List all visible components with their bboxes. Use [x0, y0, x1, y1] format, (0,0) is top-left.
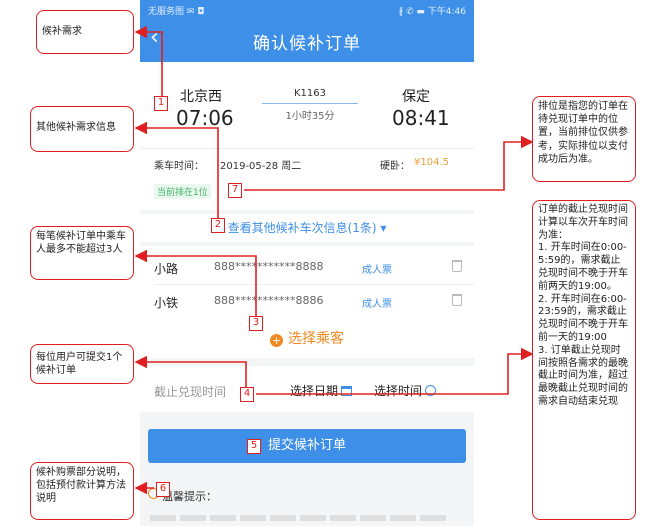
select-date-button[interactable]: 选择日期 [290, 382, 353, 399]
header-bar: 无服务图 ✉ ◘ ∦ ✆ ▬ 下午4:46 ‹ 确认候补订单 [140, 0, 474, 62]
annotation-demand: 候补需求 [36, 10, 134, 54]
passenger-row: 小铁 888***********8886 成人票 [140, 286, 474, 316]
marker-6: 6 [156, 482, 170, 497]
passenger-id: 888***********8888 [214, 260, 324, 273]
delete-icon[interactable] [452, 294, 462, 306]
from-time: 07:06 [176, 106, 234, 130]
train-number: K1163 [293, 88, 326, 99]
passenger-name: 小铁 [154, 296, 179, 310]
queue-position-badge: 当前排在1位 [154, 184, 211, 199]
annotation-passenger-limit: 每笔候补订单中乘车人最多不能超过3人 [30, 226, 134, 280]
phone-screenshot: 无服务图 ✉ ◘ ∦ ✆ ▬ 下午4:46 ‹ 确认候补订单 北京西 07:06… [140, 0, 474, 526]
train-info-card: 北京西 07:06 K1163 1小时35分 保定 08:41 乘车时间： 20… [140, 62, 474, 210]
deadline-label: 截止兑现时间 [154, 385, 227, 399]
annotation-one-order: 每位用户可提交1个候补订单 [30, 344, 134, 384]
select-time-button[interactable]: 选择时间 [374, 382, 437, 399]
ticket-type[interactable]: 成人票 [362, 261, 392, 276]
ticket-type[interactable]: 成人票 [362, 295, 392, 310]
passenger-id: 888***********8886 [214, 294, 324, 307]
annotation-queue-position: 排位是指您的订单在待兑现订单中的位置，当前排位仅供参考，实际排位以支付成功后为准… [532, 96, 636, 182]
route-line [262, 103, 358, 104]
marker-4: 4 [240, 387, 254, 402]
passenger-name: 小路 [154, 262, 179, 276]
status-bar-left: 无服务图 ✉ ◘ [148, 7, 205, 17]
divider [154, 284, 474, 285]
choose-passenger-button[interactable]: + 选择乘客 [140, 328, 474, 348]
status-bar-right: ∦ ✆ ▬ 下午4:46 [398, 7, 466, 17]
date-value: 2019-05-28 周二 [220, 161, 302, 172]
marker-2: 2 [211, 218, 225, 233]
annotation-purchase-notes: 候补购票部分说明，包括预付款计算方法说明 [30, 462, 134, 520]
submit-order-button[interactable]: 提交候补订单 [148, 429, 466, 463]
to-station: 保定 [402, 89, 430, 105]
plus-icon: + [270, 334, 283, 347]
price-value: ¥104.5 [414, 157, 449, 168]
marker-5: 5 [247, 439, 261, 454]
marker-3: 3 [249, 316, 263, 331]
marker-1: 1 [154, 96, 168, 111]
choose-passenger-label: 选择乘客 [288, 331, 344, 347]
passenger-row: 小路 888***********8888 成人票 [140, 252, 474, 282]
date-label: 乘车时间： [154, 161, 204, 172]
divider [140, 148, 474, 149]
tips-title: 温馨提示： [162, 490, 217, 503]
to-time: 08:41 [392, 106, 450, 130]
delete-icon[interactable] [452, 260, 462, 272]
marker-7: 7 [228, 183, 242, 198]
page-title: 确认候补订单 [253, 34, 361, 54]
more-trains-link[interactable]: 查看其他候补车次信息(1条) ▾ [140, 214, 474, 242]
calendar-icon [341, 386, 353, 396]
from-station: 北京西 [180, 89, 222, 105]
passenger-card: 小路 888***********8888 成人票 小铁 888********… [140, 246, 474, 358]
deadline-card: 截止兑现时间 选择日期 选择时间 [140, 366, 474, 412]
select-date-label: 选择日期 [290, 384, 339, 398]
seat-type-label: 硬卧： [380, 161, 410, 172]
clock-icon [425, 385, 437, 396]
train-duration: 1小时35分 [285, 111, 335, 122]
annotation-deadline-rules: 订单的截止兑现时间计算以车次开车时间为准： 1. 开车时间在0:00-5:59的… [532, 200, 636, 520]
annotation-other-demands: 其他候补需求信息 [30, 106, 134, 152]
select-time-label: 选择时间 [374, 384, 423, 398]
tips-text-blurred [150, 515, 450, 521]
